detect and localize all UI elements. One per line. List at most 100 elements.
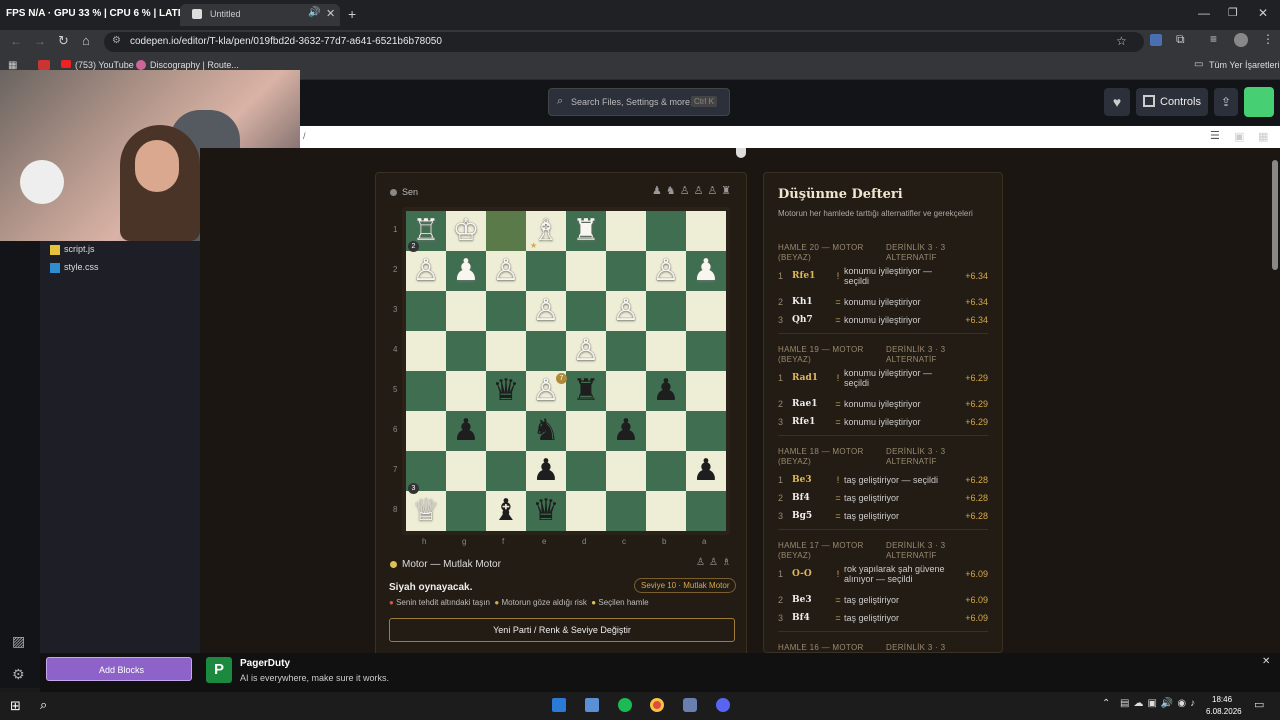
board-square[interactable]: ♙: [526, 291, 566, 331]
board-square[interactable]: ♙: [646, 251, 686, 291]
black-piece[interactable]: ♛: [493, 376, 520, 406]
all-bookmarks[interactable]: Tüm Yer İşaretleri: [1209, 60, 1280, 70]
board-square[interactable]: ♕: [406, 491, 446, 531]
spotify-icon[interactable]: [618, 698, 632, 712]
board-square[interactable]: ♟: [686, 451, 726, 491]
board-square[interactable]: [686, 211, 726, 251]
console-icon[interactable]: ▣: [1234, 130, 1244, 143]
board-square[interactable]: [606, 251, 646, 291]
settings-sliders-icon[interactable]: ☰: [1210, 129, 1220, 142]
board-square[interactable]: ♟: [446, 411, 486, 451]
black-piece[interactable]: ♟: [613, 416, 640, 446]
ad-title[interactable]: PagerDuty: [240, 658, 290, 669]
tray-chevron-icon[interactable]: ⌃: [1102, 698, 1110, 709]
board-square[interactable]: [446, 371, 486, 411]
board-square[interactable]: [686, 331, 726, 371]
black-piece[interactable]: ♛: [533, 496, 560, 526]
board-square[interactable]: [646, 331, 686, 371]
settings-gear-icon[interactable]: ⚙: [12, 666, 25, 683]
home-icon[interactable]: ⌂: [82, 33, 90, 48]
board-square[interactable]: [606, 491, 646, 531]
preview-scrollbar[interactable]: [1270, 148, 1280, 653]
bookmark-star-icon[interactable]: ☆: [1116, 34, 1127, 48]
bookmark-youtube[interactable]: (753) YouTube: [75, 60, 134, 70]
board-square[interactable]: [686, 491, 726, 531]
file-item-js[interactable]: script.js: [50, 244, 95, 255]
gmail-icon[interactable]: [38, 60, 50, 70]
board-square[interactable]: ♝: [486, 491, 526, 531]
board-square[interactable]: [486, 291, 526, 331]
white-piece[interactable]: ♔: [453, 216, 480, 246]
share-icon[interactable]: ⇪: [1214, 88, 1238, 116]
assets-icon[interactable]: ▨: [12, 633, 25, 650]
discord-icon[interactable]: [716, 698, 730, 712]
profile-avatar[interactable]: [1234, 33, 1248, 47]
board-square[interactable]: [606, 451, 646, 491]
board-square[interactable]: [446, 291, 486, 331]
board-square[interactable]: ♞: [526, 411, 566, 451]
vscode-icon[interactable]: [552, 698, 566, 712]
file-item-css[interactable]: style.css: [50, 262, 99, 273]
board-square[interactable]: [406, 411, 446, 451]
reload-icon[interactable]: ↻: [58, 33, 69, 49]
board-square[interactable]: [406, 291, 446, 331]
board-square[interactable]: [406, 371, 446, 411]
board-square[interactable]: [686, 411, 726, 451]
board-square[interactable]: ♜: [566, 211, 606, 251]
new-tab-icon[interactable]: +: [348, 6, 356, 22]
board-square[interactable]: [646, 291, 686, 331]
tab-active[interactable]: Untitled 🔊 ✕: [180, 4, 340, 26]
layout-toggle-icon[interactable]: ▦: [1258, 130, 1268, 143]
board-square[interactable]: [486, 411, 526, 451]
windows-start-icon[interactable]: ⊞: [10, 698, 21, 714]
black-piece[interactable]: ♝: [493, 496, 520, 526]
board-square[interactable]: [606, 211, 646, 251]
url-field[interactable]: ⚙ codepen.io/editor/T-kla/pen/019fbd2d-3…: [104, 32, 1144, 52]
board-square[interactable]: [566, 411, 606, 451]
bookmark-discography[interactable]: Discography | Route...: [150, 60, 239, 70]
board-square[interactable]: [646, 211, 686, 251]
minimize-icon[interactable]: —: [1198, 6, 1210, 20]
steam-icon[interactable]: [683, 698, 697, 712]
board-square[interactable]: ♛: [526, 491, 566, 531]
board-square[interactable]: [526, 251, 566, 291]
white-piece[interactable]: ♙: [653, 256, 680, 286]
restore-icon[interactable]: ❐: [1228, 6, 1238, 19]
scrollbar-thumb[interactable]: [1272, 160, 1278, 270]
heart-icon[interactable]: ♥: [1104, 88, 1130, 116]
board-square[interactable]: [646, 451, 686, 491]
extensions-icon[interactable]: ⧉: [1176, 32, 1185, 47]
board-square[interactable]: [446, 451, 486, 491]
white-piece[interactable]: ♙: [573, 336, 600, 366]
board-square[interactable]: [566, 291, 606, 331]
board-square[interactable]: [606, 331, 646, 371]
close-window-icon[interactable]: ✕: [1258, 6, 1268, 20]
white-piece[interactable]: ♙: [493, 256, 520, 286]
speaker-icon[interactable]: 🔊: [308, 7, 320, 18]
board-square[interactable]: [566, 251, 606, 291]
board-square[interactable]: [486, 331, 526, 371]
site-info-icon[interactable]: ⚙: [112, 35, 121, 46]
board-square[interactable]: ♜: [566, 371, 606, 411]
notification-icon[interactable]: ▭: [1254, 698, 1264, 711]
board-square[interactable]: [486, 451, 526, 491]
menu-icon[interactable]: ⋮: [1262, 32, 1274, 46]
black-piece[interactable]: ♟: [693, 456, 720, 486]
black-piece[interactable]: ♟: [453, 416, 480, 446]
black-piece[interactable]: ♟: [533, 456, 560, 486]
back-icon[interactable]: ←: [10, 34, 22, 48]
board-square[interactable]: [566, 451, 606, 491]
tray-icons[interactable]: ▤☁▣🔊◉♪: [1120, 698, 1199, 709]
board-square[interactable]: ♔: [446, 211, 486, 251]
board-square[interactable]: [646, 411, 686, 451]
board-square[interactable]: [486, 211, 526, 251]
search-taskbar-icon[interactable]: ⌕: [40, 697, 47, 713]
board-square[interactable]: ♙: [566, 331, 606, 371]
board-square[interactable]: [446, 331, 486, 371]
white-piece[interactable]: ♙: [413, 256, 440, 286]
white-piece[interactable]: ♜: [573, 216, 600, 246]
board-square[interactable]: ♟: [646, 371, 686, 411]
controls-button[interactable]: Controls: [1136, 88, 1208, 116]
white-piece[interactable]: ♙: [613, 296, 640, 326]
white-piece[interactable]: ♙: [533, 296, 560, 326]
